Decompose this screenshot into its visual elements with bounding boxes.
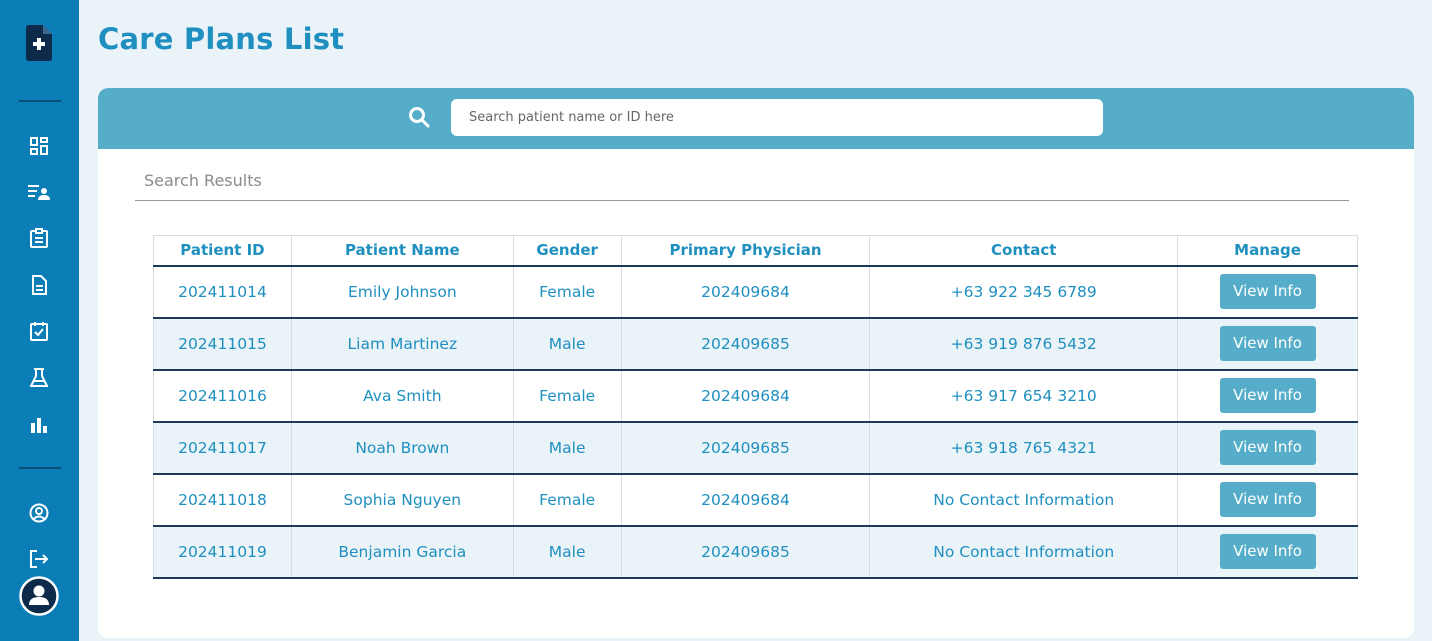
- cell-gender: Female: [512, 265, 622, 318]
- medical-file-plus-icon: [26, 25, 52, 61]
- patient-list-icon[interactable]: [28, 181, 50, 203]
- document-icon[interactable]: [28, 274, 50, 296]
- sidebar-divider: [19, 467, 61, 469]
- cell-patient-id: 202411017: [153, 421, 292, 474]
- cell-gender: Female: [512, 473, 622, 526]
- cell-gender: Male: [512, 317, 622, 370]
- user-circle-icon[interactable]: [28, 502, 50, 524]
- cell-manage: View Info: [1177, 317, 1358, 370]
- header-contact: Contact: [869, 235, 1179, 266]
- sidebar-divider: [19, 100, 61, 102]
- sidebar: [0, 0, 79, 641]
- view-info-button[interactable]: View Info: [1219, 482, 1316, 517]
- table-row: 202411015 Liam Martinez Male 202409685 +…: [153, 317, 1358, 370]
- logout-icon[interactable]: [28, 548, 50, 570]
- cell-manage: View Info: [1177, 265, 1358, 318]
- cell-primary-physician: 202409684: [620, 473, 871, 526]
- cell-primary-physician: 202409685: [620, 317, 871, 370]
- dashboard-grid-icon[interactable]: [28, 135, 50, 157]
- search-results-label: Search Results: [144, 171, 262, 190]
- cell-patient-name: Noah Brown: [290, 421, 514, 474]
- cell-patient-id: 202411014: [153, 265, 292, 318]
- cell-manage: View Info: [1177, 421, 1358, 474]
- view-info-button[interactable]: View Info: [1219, 274, 1316, 309]
- cell-contact: No Contact Information: [869, 473, 1179, 526]
- lab-flask-icon[interactable]: [28, 367, 50, 389]
- view-info-button[interactable]: View Info: [1219, 326, 1316, 361]
- header-manage: Manage: [1177, 235, 1358, 266]
- search-input[interactable]: [451, 99, 1103, 136]
- view-info-button[interactable]: View Info: [1219, 430, 1316, 465]
- cell-contact: +63 917 654 3210: [869, 369, 1179, 422]
- cell-patient-name: Emily Johnson: [290, 265, 514, 318]
- cell-primary-physician: 202409685: [620, 421, 871, 474]
- cell-patient-name: Sophia Nguyen: [290, 473, 514, 526]
- clipboard-icon[interactable]: [28, 227, 50, 249]
- table-row: 202411017 Noah Brown Male 202409685 +63 …: [153, 421, 1358, 474]
- cell-gender: Female: [512, 369, 622, 422]
- bar-chart-icon[interactable]: [28, 413, 50, 435]
- search-bar: [98, 88, 1414, 149]
- cell-patient-name: Benjamin Garcia: [290, 525, 514, 578]
- header-patient-id: Patient ID: [153, 235, 292, 266]
- cell-manage: View Info: [1177, 473, 1358, 526]
- cell-patient-name: Liam Martinez: [290, 317, 514, 370]
- main-panel: Search Results Patient ID Patient Name G…: [98, 88, 1414, 638]
- cell-patient-id: 202411015: [153, 317, 292, 370]
- checklist-icon[interactable]: [28, 320, 50, 342]
- table-row: 202411014 Emily Johnson Female 202409684…: [153, 265, 1358, 318]
- cell-manage: View Info: [1177, 525, 1358, 578]
- table-row: 202411018 Sophia Nguyen Female 202409684…: [153, 473, 1358, 526]
- cell-patient-id: 202411019: [153, 525, 292, 578]
- patients-table: Patient ID Patient Name Gender Primary P…: [153, 235, 1358, 579]
- header-gender: Gender: [512, 235, 622, 266]
- cell-contact: +63 918 765 4321: [869, 421, 1179, 474]
- cell-patient-id: 202411018: [153, 473, 292, 526]
- cell-gender: Male: [512, 421, 622, 474]
- results-divider: [135, 200, 1349, 201]
- cell-primary-physician: 202409684: [620, 265, 871, 318]
- view-info-button[interactable]: View Info: [1219, 534, 1316, 569]
- table-row: 202411016 Ava Smith Female 202409684 +63…: [153, 369, 1358, 422]
- search-icon[interactable]: [408, 106, 430, 128]
- cell-primary-physician: 202409685: [620, 525, 871, 578]
- cell-primary-physician: 202409684: [620, 369, 871, 422]
- cell-patient-name: Ava Smith: [290, 369, 514, 422]
- cell-contact: No Contact Information: [869, 525, 1179, 578]
- cell-patient-id: 202411016: [153, 369, 292, 422]
- table-row: 202411019 Benjamin Garcia Male 202409685…: [153, 525, 1358, 578]
- avatar-icon[interactable]: [19, 576, 59, 616]
- header-primary-physician: Primary Physician: [620, 235, 871, 266]
- table-header-row: Patient ID Patient Name Gender Primary P…: [153, 235, 1358, 266]
- page-title: Care Plans List: [98, 22, 345, 56]
- header-patient-name: Patient Name: [290, 235, 514, 266]
- cell-contact: +63 922 345 6789: [869, 265, 1179, 318]
- cell-contact: +63 919 876 5432: [869, 317, 1179, 370]
- cell-gender: Male: [512, 525, 622, 578]
- view-info-button[interactable]: View Info: [1219, 378, 1316, 413]
- cell-manage: View Info: [1177, 369, 1358, 422]
